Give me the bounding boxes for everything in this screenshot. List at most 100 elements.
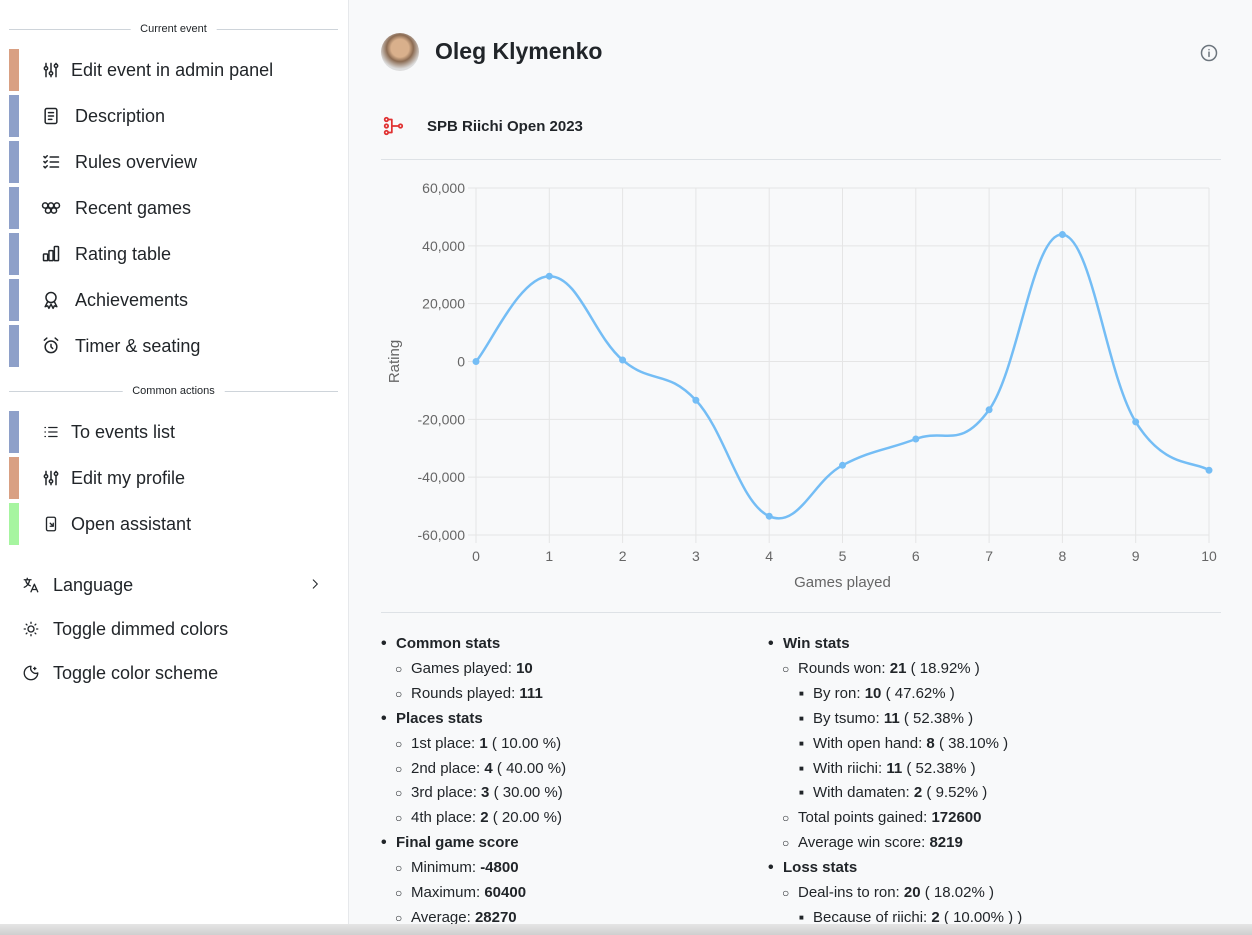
x-tick-label: 1 [545, 548, 553, 564]
nav-label: Rating table [75, 243, 172, 264]
common-stats-heading: Common stats [381, 632, 566, 657]
section-label: Current event [130, 20, 217, 38]
nav-color-bar [9, 325, 19, 367]
data-point [619, 356, 627, 364]
stat-rounds-played: Rounds played: 111 [381, 682, 566, 707]
nav-color-bar [9, 411, 19, 453]
x-axis-label: Games played [794, 574, 891, 591]
stat-by-ron: By ron: 10 ( 47.62% ) [768, 682, 1022, 707]
common-actions-divider: Common actions [9, 382, 338, 400]
final-score-heading: Final game score [381, 831, 566, 856]
sidebar: Current event Edit event in admin panel … [0, 0, 349, 935]
stat-open-hand: With open hand: 8 ( 38.10% ) [768, 732, 1022, 757]
nav-description[interactable]: Description [9, 95, 339, 137]
sun-icon [20, 618, 42, 640]
nav-edit-event[interactable]: Edit event in admin panel [9, 49, 339, 91]
win-stats-heading: Win stats [768, 632, 1022, 657]
x-tick-label: 2 [619, 548, 627, 564]
stat-with-damaten: With damaten: 2 ( 9.52% ) [768, 781, 1022, 806]
award-icon [39, 288, 63, 312]
chart-bars-icon [39, 242, 63, 266]
nav-label: To events list [71, 421, 176, 442]
x-tick-label: 4 [765, 548, 773, 564]
stat-place-4: 4th place: 2 ( 20.00 %) [381, 806, 566, 831]
alarm-icon [39, 334, 63, 358]
nav-label: Achievements [75, 289, 189, 310]
stat-place-1: 1st place: 1 ( 10.00 %) [381, 732, 566, 757]
nav-color-bar [9, 233, 19, 275]
data-point [1058, 231, 1066, 239]
stats-left-column: Common stats Games played: 10 Rounds pla… [381, 632, 566, 931]
toggle-scheme-label: Toggle color scheme [53, 662, 219, 683]
x-tick-label: 5 [839, 548, 847, 564]
data-point [692, 396, 700, 404]
x-tick-label: 6 [912, 548, 920, 564]
language-icon [20, 574, 42, 596]
nav-color-bar [9, 141, 19, 183]
player-name: Oleg Klymenko [435, 38, 603, 64]
data-point [839, 461, 846, 469]
event-row: SPB Riichi Open 2023 [381, 112, 1221, 140]
stat-total-points: Total points gained: 172600 [768, 806, 1022, 831]
nav-label: Edit my profile [71, 467, 186, 488]
places-stats-heading: Places stats [381, 707, 566, 732]
info-icon[interactable] [1199, 43, 1219, 63]
stat-max-score: Maximum: 60400 [381, 881, 566, 906]
data-point [1132, 418, 1140, 426]
data-point [1205, 466, 1213, 474]
stat-games-played: Games played: 10 [381, 657, 566, 682]
rating-chart: 60,000 40,000 20,000 0 -20,000 -40,000 -60,000… [386, 180, 1217, 591]
nav-achievements[interactable]: Achievements [9, 279, 339, 321]
y-tick-label: -20,000 [418, 411, 466, 427]
stat-avg-win: Average win score: 8219 [768, 831, 1022, 856]
y-axis-label: Rating [386, 340, 403, 383]
nav-rules-overview[interactable]: Rules overview [9, 141, 339, 183]
list-icon [39, 420, 63, 444]
data-point [765, 512, 773, 520]
toggle-color-scheme[interactable]: Toggle color scheme [20, 658, 330, 688]
nav-timer-seating[interactable]: Timer & seating [9, 325, 339, 367]
nav-open-assistant[interactable]: Open assistant [9, 503, 339, 545]
x-tick-label: 0 [472, 548, 480, 564]
x-tick-label: 7 [985, 548, 993, 564]
nav-rating-table[interactable]: Rating table [9, 233, 339, 275]
nav-label: Rules overview [75, 151, 198, 172]
checklist-icon [39, 150, 63, 174]
nav-label: Description [75, 105, 166, 126]
x-tick-label: 3 [692, 548, 700, 564]
adjustments-icon [39, 58, 63, 82]
x-tick-label: 9 [1132, 548, 1140, 564]
event-title: SPB Riichi Open 2023 [427, 117, 583, 135]
document-icon [39, 104, 63, 128]
nav-color-bar [9, 457, 19, 499]
device-mobile-icon [39, 512, 63, 536]
chevron-right-icon [312, 579, 318, 589]
stat-place-2: 2nd place: 4 ( 40.00 %) [381, 757, 566, 782]
x-tick-label: 10 [1201, 548, 1217, 564]
divider [381, 159, 1221, 160]
nav-color-bar [9, 279, 19, 321]
section-label: Common actions [122, 382, 225, 400]
y-tick-label: -40,000 [418, 469, 466, 485]
y-tick-label: 20,000 [422, 296, 465, 312]
player-header: Oleg Klymenko [381, 30, 1221, 76]
nav-recent-games[interactable]: Recent games [9, 187, 339, 229]
avatar [381, 33, 419, 71]
nav-label: Recent games [75, 197, 192, 218]
stat-rounds-won: Rounds won: 21 ( 18.92% ) [768, 657, 1022, 682]
stat-with-riichi: With riichi: 11 ( 52.38% ) [768, 757, 1022, 782]
y-tick-label: 40,000 [422, 238, 465, 254]
nav-label: Timer & seating [75, 335, 201, 356]
toggle-dimmed-colors[interactable]: Toggle dimmed colors [20, 614, 330, 644]
language-menu[interactable]: Language [20, 570, 330, 600]
data-point [985, 406, 993, 414]
stat-by-tsumo: By tsumo: 11 ( 52.38% ) [768, 707, 1022, 732]
adjustments-icon [39, 466, 63, 490]
data-point [472, 358, 480, 365]
language-label: Language [53, 574, 134, 595]
y-tick-label: -60,000 [418, 527, 466, 543]
stat-place-3: 3rd place: 3 ( 30.00 %) [381, 781, 566, 806]
nav-edit-profile[interactable]: Edit my profile [9, 457, 339, 499]
toggle-dimmed-label: Toggle dimmed colors [53, 618, 229, 639]
nav-events-list[interactable]: To events list [9, 411, 339, 453]
